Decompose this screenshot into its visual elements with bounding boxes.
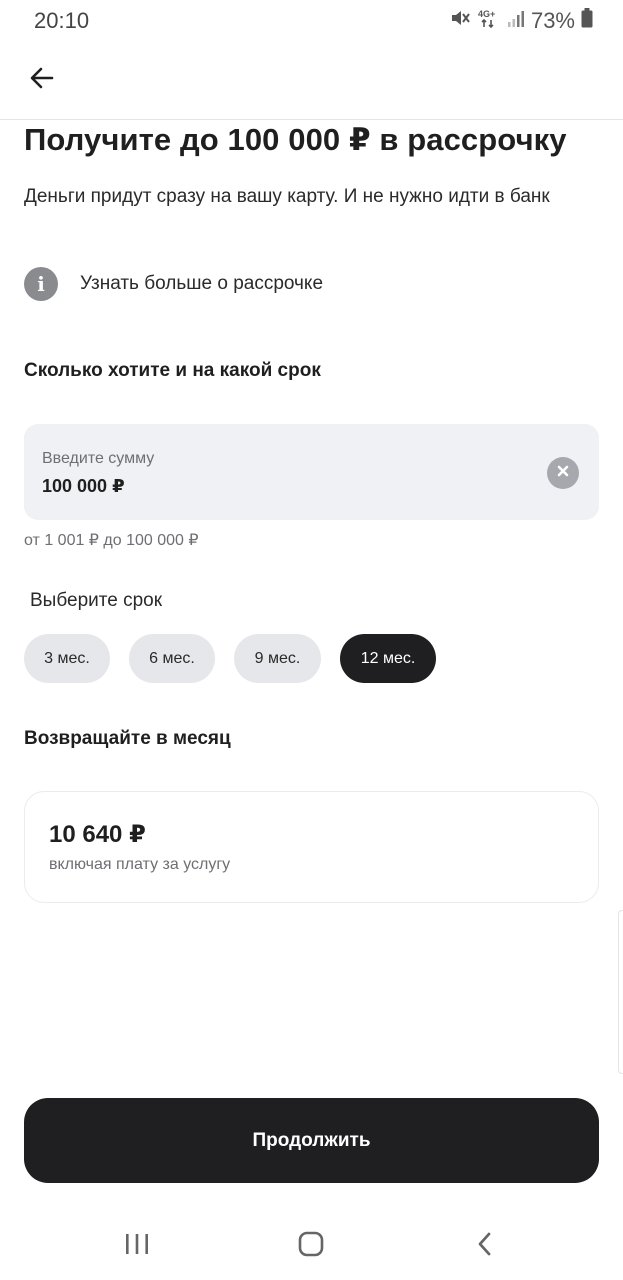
amount-range-hint: от 1 001 ₽ до 100 000 ₽ [24, 532, 199, 549]
battery-icon [581, 8, 593, 33]
recents-icon [124, 1232, 150, 1261]
app-header [0, 40, 623, 120]
page-title: Получите до 100 000 ₽ в рассрочку [24, 122, 567, 157]
term-option-9[interactable]: 9 мес. [234, 634, 321, 683]
page-subtitle: Деньги придут сразу на вашу карту. И не … [24, 186, 550, 207]
amount-section-heading: Сколько хотите и на какой срок [24, 360, 321, 381]
edge-handle[interactable] [618, 910, 623, 1074]
network-4g-icon: 4G+ [477, 7, 501, 34]
status-bar: 20:10 4G+ 73% [0, 0, 623, 40]
status-time: 20:10 [34, 8, 90, 33]
mute-icon [449, 7, 471, 34]
recents-button[interactable] [117, 1226, 157, 1266]
clear-amount-button[interactable] [547, 457, 579, 489]
signal-icon [507, 8, 525, 33]
clear-icon [556, 464, 570, 483]
battery-percent: 73% [530, 7, 575, 33]
monthly-payment-note: включая плату за услугу [49, 856, 231, 873]
monthly-payment-card: 10 640 ₽ включая плату за услугу [24, 791, 599, 903]
home-icon [297, 1230, 325, 1263]
info-icon: i [24, 267, 58, 301]
svg-text:4G+: 4G+ [478, 9, 495, 19]
amount-input-value[interactable]: 100 000 ₽ [42, 476, 125, 497]
installment-screen: 20:10 4G+ 73% Получите до 100 000 ₽ в ра… [0, 0, 623, 1280]
learn-more-link[interactable]: i Узнать больше о рассрочке [24, 266, 323, 302]
monthly-payment-amount: 10 640 ₽ [49, 821, 146, 848]
term-option-3[interactable]: 3 мес. [24, 634, 110, 683]
continue-button[interactable]: Продолжить [24, 1098, 599, 1183]
system-back-button[interactable] [465, 1226, 505, 1266]
status-icons: 4G+ 73% [449, 7, 593, 34]
term-option-6[interactable]: 6 мес. [129, 634, 215, 683]
back-icon [475, 1231, 495, 1262]
amount-input-label: Введите сумму [42, 450, 155, 467]
back-button[interactable] [22, 60, 62, 100]
term-option-12[interactable]: 12 мес. [340, 634, 436, 683]
home-button[interactable] [291, 1226, 331, 1266]
system-nav-bar [0, 1212, 623, 1280]
arrow-left-icon [28, 64, 56, 97]
amount-input[interactable]: Введите сумму 100 000 ₽ [24, 424, 599, 520]
term-label: Выберите срок [30, 590, 163, 611]
learn-more-label: Узнать больше о рассрочке [80, 273, 324, 294]
term-options: 3 мес. 6 мес. 9 мес. 12 мес. [24, 634, 436, 683]
result-section-heading: Возвращайте в месяц [24, 728, 231, 749]
